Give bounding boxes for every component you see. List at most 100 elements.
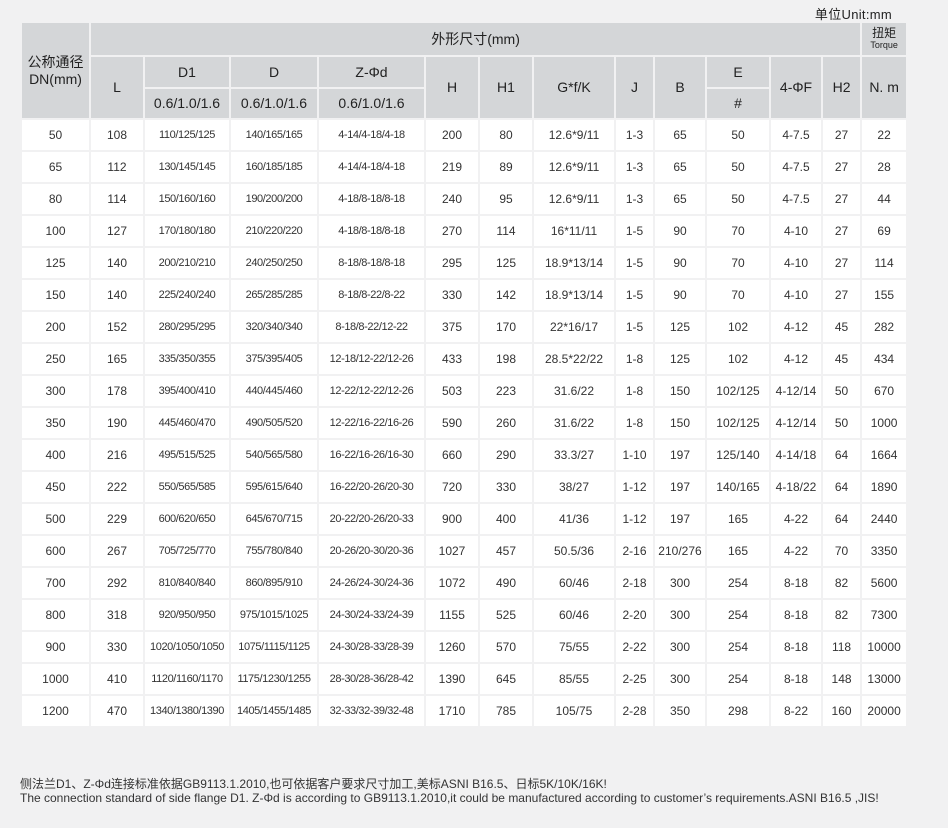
footnote-en: The connection standard of side flange D… [20, 791, 879, 805]
table-cell: 150/160/160 [145, 184, 229, 214]
table-row: 400 216 495/515/525 540/565/580 16-22/16-26/… [22, 440, 907, 470]
table-cell: 975/1015/1025 [231, 600, 317, 630]
table-cell: 1-8 [616, 376, 653, 406]
table-cell: 2-22 [616, 632, 653, 662]
header-D1: D1 [145, 57, 229, 87]
table-cell: 64 [823, 440, 861, 470]
table-cell: 1000 [22, 664, 89, 694]
table-cell: 8-18/8-22/12-22 [319, 312, 424, 342]
table-cell: 18.9*13/14 [534, 248, 614, 278]
table-cell: 1390 [426, 664, 478, 694]
table-cell: 1710 [426, 696, 478, 726]
table-cell: 178 [91, 376, 143, 406]
footnote: 侧法兰D1、Z-Φd连接标准依据GB9113.1.2010,也可依据客户要求尺寸… [20, 777, 879, 805]
table-cell: 82 [823, 568, 861, 598]
table-row: 450 222 550/565/585 595/615/640 16-22/20-26/… [22, 472, 907, 502]
table-row: 250 165 335/350/355 375/395/405 12-18/12-22/… [22, 344, 907, 374]
table-cell: 1200 [22, 696, 89, 726]
table-cell: 45 [823, 344, 861, 374]
table-cell: 65 [22, 152, 89, 182]
table-cell: 197 [655, 504, 705, 534]
table-cell: 27 [823, 184, 861, 214]
header-H1: H1 [480, 57, 532, 118]
table-cell: 1175/1230/1255 [231, 664, 317, 694]
table-cell: 434 [862, 344, 907, 374]
table-cell: 1405/1455/1485 [231, 696, 317, 726]
table-cell: 410 [91, 664, 143, 694]
table-cell: 219 [426, 152, 478, 182]
table-cell: 140/165 [707, 472, 769, 502]
table-cell: 70 [707, 280, 769, 310]
table-cell: 4-12/14 [771, 376, 821, 406]
table-cell: 27 [823, 248, 861, 278]
table-cell: 31.6/22 [534, 408, 614, 438]
table-cell: 1155 [426, 600, 478, 630]
table-cell: 4-12/14 [771, 408, 821, 438]
table-cell: 70 [707, 248, 769, 278]
table-cell: 125/140 [707, 440, 769, 470]
table-row: 1200 470 1340/1380/1390 1405/1455/1485 32-33… [22, 696, 907, 726]
table-cell: 125 [655, 344, 705, 374]
table-row: 50 108 110/125/125 140/165/165 4-14/4-18/4-1… [22, 120, 907, 150]
header-D1-pressure: 0.6/1.0/1.6 [145, 89, 229, 118]
table-cell: 490/505/520 [231, 408, 317, 438]
table-cell: 395/400/410 [145, 376, 229, 406]
table-cell: 89 [480, 152, 532, 182]
table-cell: 160 [823, 696, 861, 726]
table-cell: 140/165/165 [231, 120, 317, 150]
table-cell: 240 [426, 184, 478, 214]
table-cell: 18.9*13/14 [534, 280, 614, 310]
table-cell: 318 [91, 600, 143, 630]
table-cell: 254 [707, 664, 769, 694]
table-row: 500 229 600/620/650 645/670/715 20-22/20-26/… [22, 504, 907, 534]
table-cell: 22*16/17 [534, 312, 614, 342]
table-cell: 550/565/585 [145, 472, 229, 502]
table-cell: 223 [480, 376, 532, 406]
table-cell: 190/200/200 [231, 184, 317, 214]
table-cell: 70 [823, 536, 861, 566]
table-cell: 282 [862, 312, 907, 342]
table-cell: 450 [22, 472, 89, 502]
table-cell: 2440 [862, 504, 907, 534]
table-cell: 500 [22, 504, 89, 534]
table-cell: 265/285/285 [231, 280, 317, 310]
table-cell: 2-18 [616, 568, 653, 598]
footnote-zh: 侧法兰D1、Z-Φd连接标准依据GB9113.1.2010,也可依据客户要求尺寸… [20, 777, 607, 791]
table-cell: 12-22/16-22/16-26 [319, 408, 424, 438]
table-cell: 810/840/840 [145, 568, 229, 598]
table-cell: 1-3 [616, 184, 653, 214]
table-cell: 375 [426, 312, 478, 342]
table-cell: 300 [22, 376, 89, 406]
table-cell: 41/36 [534, 504, 614, 534]
table-cell: 64 [823, 472, 861, 502]
table-cell: 8-18/8-22/8-22 [319, 280, 424, 310]
header-Nm: N. m [862, 57, 907, 118]
table-cell: 490 [480, 568, 532, 598]
table-cell: 260 [480, 408, 532, 438]
table-cell: 350 [22, 408, 89, 438]
header-D-pressure: 0.6/1.0/1.6 [231, 89, 317, 118]
table-cell: 44 [862, 184, 907, 214]
table-cell: 28 [862, 152, 907, 182]
table-cell: 197 [655, 472, 705, 502]
table-cell: 10000 [862, 632, 907, 662]
table-cell: 216 [91, 440, 143, 470]
table-cell: 1120/1160/1170 [145, 664, 229, 694]
table-cell: 170/180/180 [145, 216, 229, 246]
table-cell: 7300 [862, 600, 907, 630]
table-row: 150 140 225/240/240 265/285/285 8-18/8-22/8-… [22, 280, 907, 310]
table-cell: 900 [22, 632, 89, 662]
table-cell: 440/445/460 [231, 376, 317, 406]
header-dn: 公称通径DN(mm) [22, 23, 89, 118]
table-cell: 1-10 [616, 440, 653, 470]
table-cell: 600/620/650 [145, 504, 229, 534]
table-cell: 200 [22, 312, 89, 342]
table-cell: 142 [480, 280, 532, 310]
table-cell: 60/46 [534, 568, 614, 598]
table-cell: 8-18 [771, 600, 821, 630]
table-cell: 433 [426, 344, 478, 374]
table-cell: 150 [22, 280, 89, 310]
table-row: 65 112 130/145/145 160/185/185 4-14/4-18/4-1… [22, 152, 907, 182]
table-cell: 210/220/220 [231, 216, 317, 246]
table-cell: 108 [91, 120, 143, 150]
